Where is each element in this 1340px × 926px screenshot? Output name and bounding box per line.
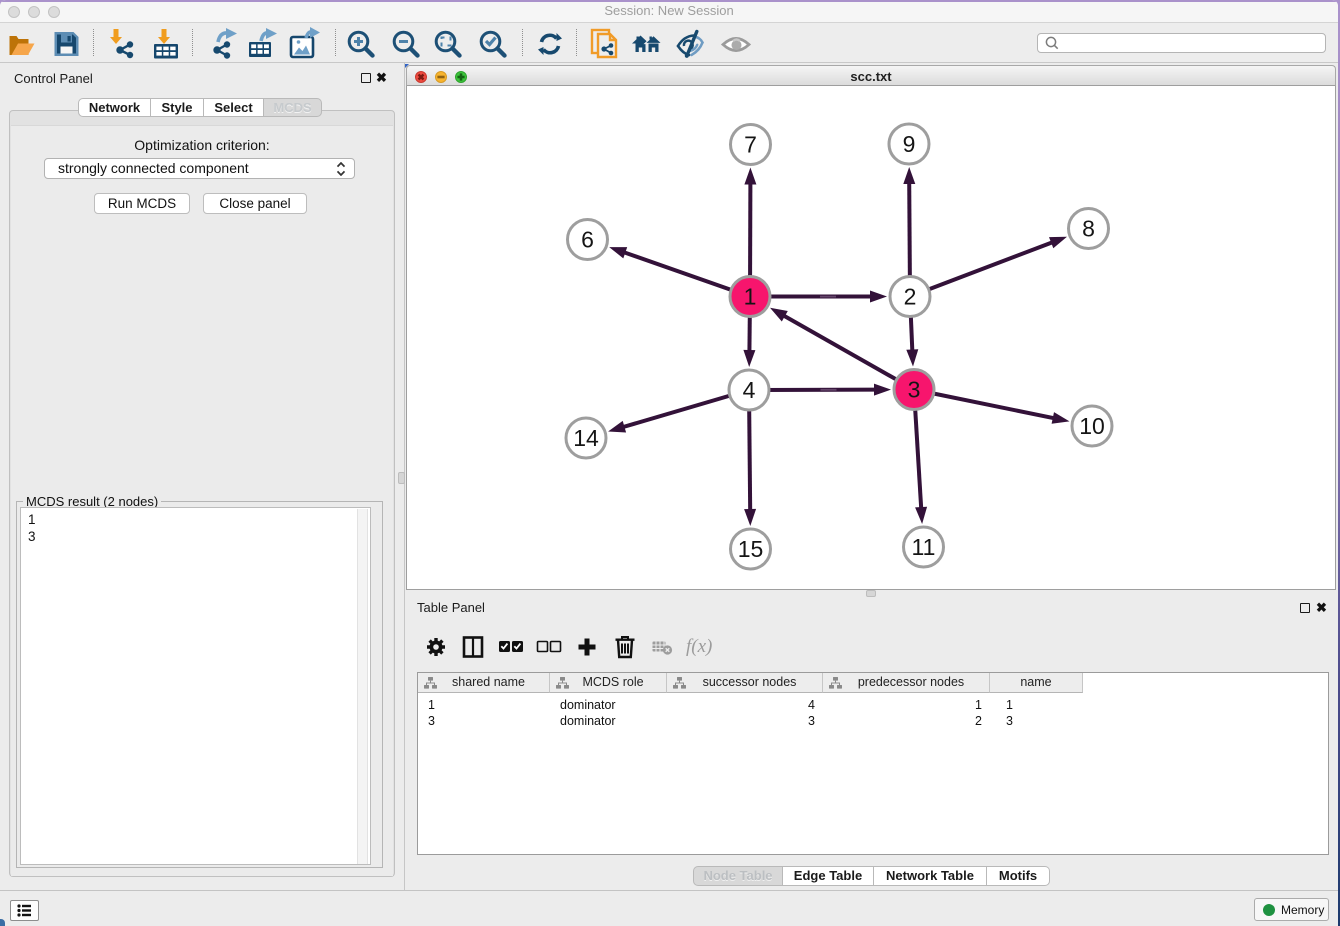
svg-text:3: 3 xyxy=(908,377,921,403)
svg-text:4: 4 xyxy=(743,377,756,403)
svg-text:9: 9 xyxy=(903,131,916,157)
svg-text:6: 6 xyxy=(581,227,594,253)
svg-text:7: 7 xyxy=(744,132,757,158)
svg-text:15: 15 xyxy=(738,536,764,562)
svg-text:10: 10 xyxy=(1079,413,1105,439)
svg-text:1: 1 xyxy=(744,284,757,310)
svg-text:14: 14 xyxy=(573,425,599,451)
svg-text:8: 8 xyxy=(1082,216,1095,242)
svg-text:2: 2 xyxy=(904,284,917,310)
svg-text:11: 11 xyxy=(912,534,936,560)
